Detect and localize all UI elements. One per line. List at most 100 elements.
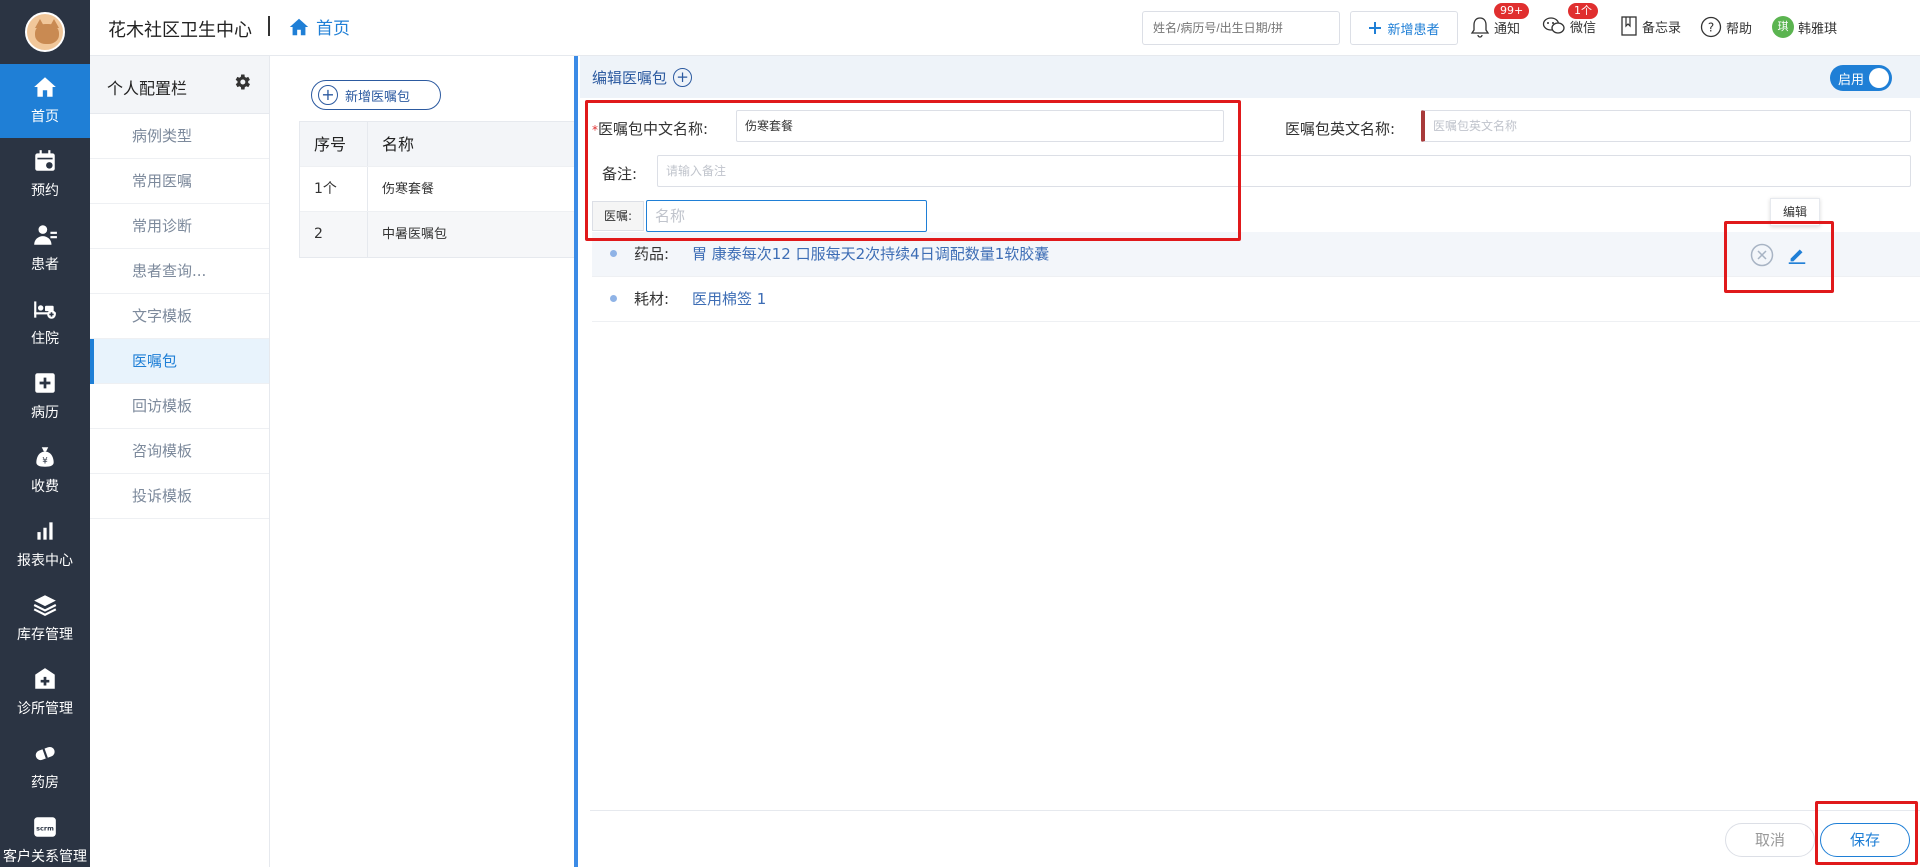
nav-item-crm[interactable]: scrm 客户关系管理 xyxy=(0,804,90,867)
nav-item-reports[interactable]: 报表中心 xyxy=(0,508,90,582)
plus-icon xyxy=(1369,22,1382,34)
item-value: 医用棉签 1 xyxy=(692,290,767,308)
nav-item-appointment[interactable]: 预约 xyxy=(0,138,90,212)
notebook-icon xyxy=(1621,16,1637,36)
config-header: 个人配置栏 xyxy=(90,56,269,114)
user-menu[interactable]: 琪 韩雅琪 xyxy=(1772,16,1837,38)
en-name-label: 医嘱包英文名称: xyxy=(1285,120,1396,138)
list-item[interactable]: 耗材: 医用棉签 1 xyxy=(592,277,1920,322)
table-header: 序号 名称 xyxy=(300,122,574,167)
order-tag: 医嘱: xyxy=(592,201,644,231)
patient-search-input[interactable] xyxy=(1142,11,1340,45)
config-item-common-orders[interactable]: 常用医嘱 xyxy=(90,159,269,204)
edit-tooltip: 编辑 xyxy=(1770,198,1820,226)
note-label: 备注: xyxy=(602,165,638,183)
nav-item-inpatient[interactable]: 住院 xyxy=(0,286,90,360)
cancel-button[interactable]: 取消 xyxy=(1725,823,1815,857)
config-item-common-diagnosis[interactable]: 常用诊断 xyxy=(90,204,269,249)
layers-icon xyxy=(33,595,57,616)
clinic-name: 花木社区卫生中心 xyxy=(108,20,252,41)
clinic-icon xyxy=(35,668,55,689)
table-row[interactable]: 1个 伤寒套餐 xyxy=(300,167,574,212)
package-list-panel: + 新增医嘱包 序号 名称 1个 伤寒套餐 2 中暑医嘱包 xyxy=(281,56,575,867)
app-logo[interactable] xyxy=(25,12,65,52)
delete-icon[interactable] xyxy=(1750,243,1774,267)
config-item-text-template[interactable]: 文字模板 xyxy=(90,294,269,339)
new-patient-button[interactable]: 新增患者 xyxy=(1350,11,1458,45)
item-kind: 耗材: xyxy=(634,290,670,308)
nav-item-records[interactable]: 病历 xyxy=(0,360,90,434)
package-table: 序号 名称 1个 伤寒套餐 2 中暑医嘱包 xyxy=(299,121,575,258)
avatar: 琪 xyxy=(1772,16,1794,38)
notifications-button[interactable]: 通知 xyxy=(1470,16,1520,38)
svg-text:scrm: scrm xyxy=(36,824,54,832)
row-index: 2 xyxy=(300,212,368,257)
nav-item-billing[interactable]: ¥ 收费 xyxy=(0,434,90,508)
config-item-case-type[interactable]: 病例类型 xyxy=(90,114,269,159)
help-button[interactable]: ? 帮助 xyxy=(1700,16,1752,38)
scrm-icon: scrm xyxy=(34,817,56,837)
nav-item-patient[interactable]: 患者 xyxy=(0,212,90,286)
svg-text:¥: ¥ xyxy=(42,457,48,467)
help-icon: ? xyxy=(1700,16,1722,38)
breadcrumb-home[interactable]: 首页 xyxy=(316,14,350,39)
medical-record-icon xyxy=(35,373,55,393)
nav-item-inventory[interactable]: 库存管理 xyxy=(0,582,90,656)
en-name-input[interactable]: 医嘱包英文名称 xyxy=(1421,110,1911,142)
nav-item-clinic[interactable]: 诊所管理 xyxy=(0,656,90,730)
pill-icon xyxy=(35,746,55,761)
memo-button[interactable]: 备忘录 xyxy=(1620,16,1681,36)
cn-name-input[interactable]: 伤寒套餐 xyxy=(736,110,1224,142)
panel-divider xyxy=(574,56,578,867)
nav-item-home[interactable]: 首页 xyxy=(0,64,90,138)
config-sidebar: 个人配置栏 病例类型 常用医嘱 常用诊断 患者查询... 文字模板 医嘱包 回访… xyxy=(90,56,270,867)
cn-name-label: *医嘱包中文名称: xyxy=(592,120,709,138)
top-bar: 花木社区卫生中心 首页 新增患者 通知 99+ 微信 1个 备忘录 ? 帮助 琪… xyxy=(90,0,1920,56)
toggle-knob xyxy=(1869,68,1889,88)
svg-text:?: ? xyxy=(1708,21,1714,35)
wechat-icon xyxy=(1542,17,1565,34)
note-input[interactable]: 请输入备注 xyxy=(657,155,1911,187)
config-item-followup-template[interactable]: 回访模板 xyxy=(90,384,269,429)
column-header-index: 序号 xyxy=(300,122,368,166)
row-name: 中暑医嘱包 xyxy=(382,227,448,242)
calendar-icon xyxy=(35,150,55,171)
user-icon xyxy=(34,225,57,245)
row-name: 伤寒套餐 xyxy=(382,182,435,197)
config-item-patient-query[interactable]: 患者查询... xyxy=(90,249,269,294)
notification-count-badge: 99+ xyxy=(1494,3,1530,19)
row-index: 1个 xyxy=(300,167,368,211)
order-search-input[interactable]: 名称 xyxy=(646,200,927,232)
item-kind: 药品: xyxy=(634,245,670,263)
editor-header: 编辑医嘱包 + 启用 xyxy=(580,56,1920,98)
item-value: 胃 康泰每次12 口服每天2次持续4日调配数量1软胶囊 xyxy=(692,245,1050,263)
bell-icon xyxy=(1470,17,1490,38)
editor-title: 编辑医嘱包 xyxy=(592,69,668,87)
bed-icon xyxy=(34,301,56,319)
footer-divider xyxy=(590,810,1920,811)
money-bag-icon: ¥ xyxy=(36,447,54,467)
save-button[interactable]: 保存 xyxy=(1820,823,1910,857)
config-title: 个人配置栏 xyxy=(107,79,188,98)
main-nav: 首页 预约 患者 住院 病历 ¥ 收费 报表中心 库存管理 诊所管理 药房 sc… xyxy=(0,0,90,867)
table-row[interactable]: 2 中暑医嘱包 xyxy=(300,212,574,257)
edit-icon[interactable] xyxy=(1786,244,1808,266)
home-icon xyxy=(289,18,309,35)
plus-circle-icon: + xyxy=(318,85,338,105)
add-package-button[interactable]: + 新增医嘱包 xyxy=(311,80,441,110)
list-item[interactable]: 药品: 胃 康泰每次12 口服每天2次持续4日调配数量1软胶囊 xyxy=(592,232,1920,277)
package-editor: 编辑医嘱包 + 启用 *医嘱包中文名称: 伤寒套餐 医嘱包英文名称: 医嘱包英文… xyxy=(580,56,1920,867)
wechat-count-badge: 1个 xyxy=(1568,3,1598,19)
bullet xyxy=(610,250,617,257)
breadcrumb[interactable]: 首页 xyxy=(288,14,350,39)
wechat-button[interactable]: 微信 xyxy=(1542,16,1596,36)
nav-item-pharmacy[interactable]: 药房 xyxy=(0,730,90,804)
gear-icon[interactable] xyxy=(232,72,252,92)
enable-toggle[interactable]: 启用 xyxy=(1830,65,1892,91)
config-item-order-package[interactable]: 医嘱包 xyxy=(90,339,269,384)
config-item-consult-template[interactable]: 咨询模板 xyxy=(90,429,269,474)
config-item-complaint-template[interactable]: 投诉模板 xyxy=(90,474,269,519)
column-header-name: 名称 xyxy=(382,135,415,154)
add-icon[interactable]: + xyxy=(673,68,693,87)
bar-chart-icon xyxy=(37,522,53,540)
